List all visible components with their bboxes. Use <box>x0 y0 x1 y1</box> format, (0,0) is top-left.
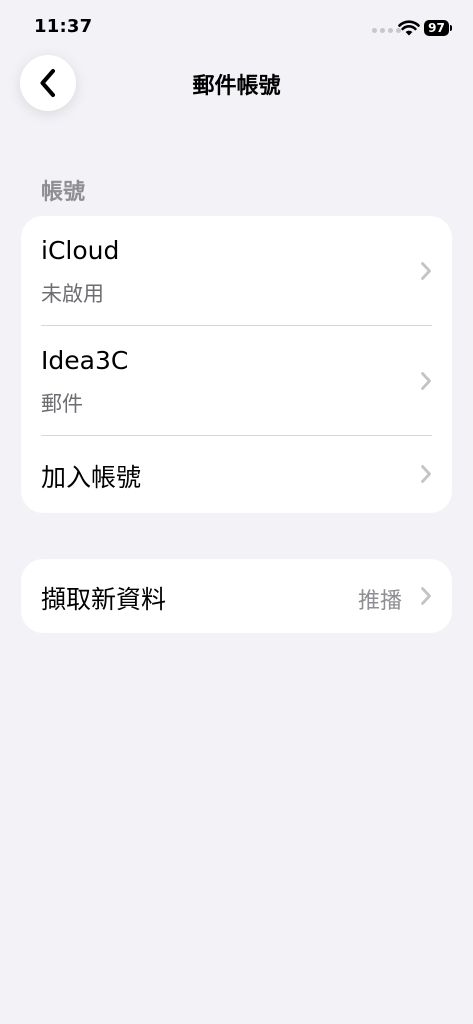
battery-level: 97 <box>424 20 449 36</box>
wifi-icon <box>398 20 420 36</box>
fetch-new-data-row[interactable]: 擷取新資料 推播 <box>21 559 452 633</box>
account-row-idea3c[interactable]: Idea3C 郵件 <box>21 326 452 436</box>
page-title: 郵件帳號 <box>192 74 281 99</box>
fetch-mode-value: 推播 <box>357 589 402 614</box>
account-subtitle: 郵件 <box>41 392 83 416</box>
chevron-right-icon <box>421 262 431 280</box>
account-title: iCloud <box>41 236 120 265</box>
section-header-accounts: 帳號 <box>41 180 86 205</box>
fetch-settings-group: 擷取新資料 推播 <box>21 559 452 633</box>
account-row-icloud[interactable]: iCloud 未啟用 <box>21 216 452 326</box>
chevron-right-icon <box>421 372 431 390</box>
status-bar: 11:37 97 <box>0 0 473 56</box>
account-title: Idea3C <box>41 346 129 375</box>
account-subtitle: 未啟用 <box>41 282 104 306</box>
chevron-right-icon <box>421 587 431 605</box>
status-time: 11:37 <box>34 16 93 37</box>
fetch-new-data-label: 擷取新資料 <box>41 585 167 614</box>
battery-icon: 97 <box>424 20 452 36</box>
add-account-label: 加入帳號 <box>41 463 142 492</box>
chevron-right-icon <box>421 465 431 483</box>
add-account-row[interactable]: 加入帳號 <box>21 436 452 512</box>
cellular-signal-icon <box>372 28 401 33</box>
accounts-list: iCloud 未啟用 Idea3C 郵件 加入帳號 <box>21 216 452 513</box>
